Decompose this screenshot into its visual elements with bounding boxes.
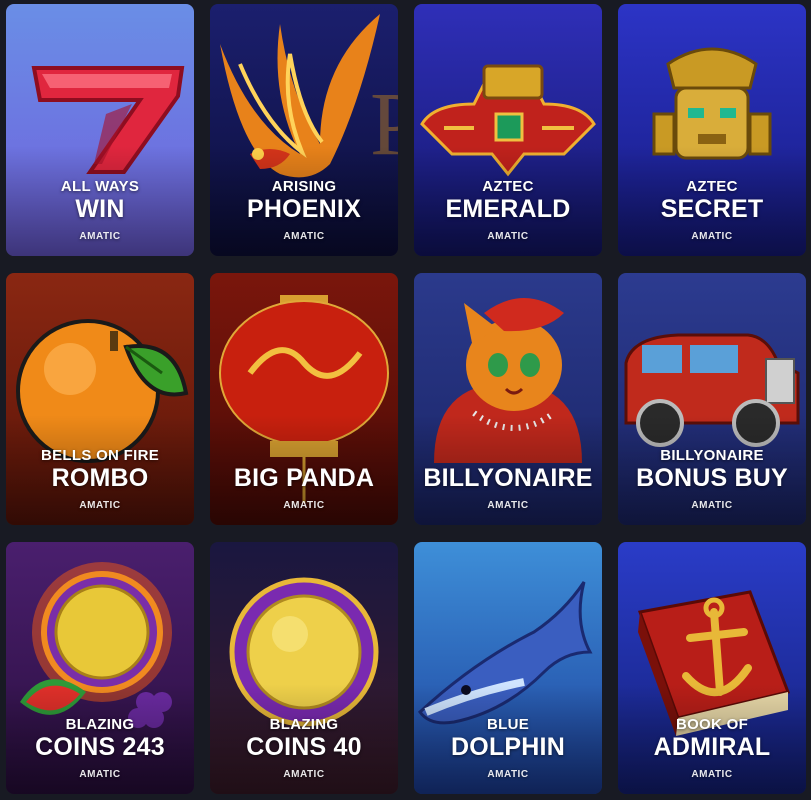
- game-title-main: DOLPHIN: [451, 733, 565, 761]
- game-card[interactable]: BELLS ON FIRE ROMBO AMATIC: [6, 273, 194, 525]
- game-grid: ALL WAYS WIN AMATIC P ARISING PHOENIX AM…: [6, 4, 806, 794]
- game-provider: AMATIC: [487, 231, 529, 242]
- game-title-top: BOOK OF: [675, 716, 749, 733]
- game-title-top: BLAZING: [269, 716, 339, 733]
- game-card[interactable]: BOOK OF ADMIRAL AMATIC: [618, 542, 806, 794]
- game-title-main: EMERALD: [445, 195, 571, 223]
- game-title-main: PHOENIX: [247, 195, 361, 223]
- game-title: BILLYONAIRE AMATIC: [414, 464, 602, 513]
- game-provider: AMATIC: [487, 500, 529, 511]
- game-title-main: SECRET: [660, 195, 764, 223]
- game-title-main: COINS 243: [35, 733, 165, 761]
- game-title: BLAZING COINS 243 AMATIC: [6, 716, 194, 782]
- game-title-top: AZTEC: [686, 178, 738, 195]
- game-title-main: ROMBO: [51, 464, 149, 492]
- game-provider: AMATIC: [691, 500, 733, 511]
- game-provider: AMATIC: [79, 769, 121, 780]
- game-title-main: BIG PANDA: [233, 464, 375, 492]
- game-title-top: BLUE: [486, 716, 530, 733]
- game-title-main: BILLYONAIRE: [423, 464, 593, 492]
- game-title-top: ALL WAYS: [60, 178, 140, 195]
- game-title-top: BELLS ON FIRE: [40, 447, 160, 464]
- game-title-main: COINS 40: [246, 733, 362, 761]
- game-title-top: BILLYONAIRE: [660, 447, 764, 464]
- game-title: BELLS ON FIRE ROMBO AMATIC: [6, 447, 194, 513]
- game-card[interactable]: BIG PANDA AMATIC: [210, 273, 398, 525]
- game-card[interactable]: BILLYONAIRE AMATIC: [414, 273, 602, 525]
- game-title-top: AZTEC: [482, 178, 534, 195]
- game-title: ALL WAYS WIN AMATIC: [6, 178, 194, 244]
- game-provider: AMATIC: [79, 231, 121, 242]
- game-card[interactable]: AZTEC SECRET AMATIC: [618, 4, 806, 256]
- game-card[interactable]: BLAZING COINS 243 AMATIC: [6, 542, 194, 794]
- game-title-top: BLAZING: [65, 716, 135, 733]
- game-card[interactable]: AZTEC EMERALD AMATIC: [414, 4, 602, 256]
- game-provider: AMATIC: [283, 231, 325, 242]
- game-title: BLUE DOLPHIN AMATIC: [414, 716, 602, 782]
- game-provider: AMATIC: [487, 769, 529, 780]
- game-provider: AMATIC: [79, 500, 121, 511]
- game-provider: AMATIC: [283, 500, 325, 511]
- game-card[interactable]: BLUE DOLPHIN AMATIC: [414, 542, 602, 794]
- game-provider: AMATIC: [691, 769, 733, 780]
- game-card[interactable]: BLAZING COINS 40 AMATIC: [210, 542, 398, 794]
- game-provider: AMATIC: [691, 231, 733, 242]
- game-title: BIG PANDA AMATIC: [210, 464, 398, 513]
- game-title-main: BONUS BUY: [636, 464, 788, 492]
- game-title: ARISING PHOENIX AMATIC: [210, 178, 398, 244]
- game-provider: AMATIC: [283, 769, 325, 780]
- game-card[interactable]: BILLYONAIRE BONUS BUY AMATIC: [618, 273, 806, 525]
- game-title-main: WIN: [75, 195, 125, 223]
- game-title: AZTEC EMERALD AMATIC: [414, 178, 602, 244]
- game-title-main: ADMIRAL: [653, 733, 771, 761]
- game-title: BLAZING COINS 40 AMATIC: [210, 716, 398, 782]
- game-title: AZTEC SECRET AMATIC: [618, 178, 806, 244]
- game-card[interactable]: ALL WAYS WIN AMATIC: [6, 4, 194, 256]
- game-title-top: ARISING: [271, 178, 337, 195]
- game-title: BILLYONAIRE BONUS BUY AMATIC: [618, 447, 806, 513]
- game-card[interactable]: P ARISING PHOENIX AMATIC: [210, 4, 398, 256]
- game-title: BOOK OF ADMIRAL AMATIC: [618, 716, 806, 782]
